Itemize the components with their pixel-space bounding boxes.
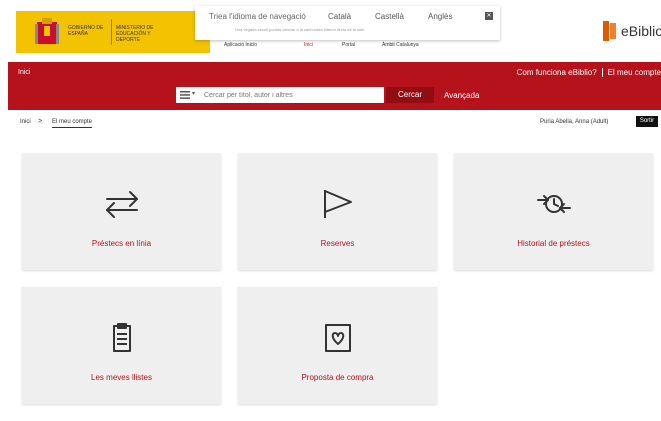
ebiblio-brand-text: eBiblio: [621, 23, 661, 39]
language-bar-note: Una vegada escull podràs canviar a la ca…: [235, 27, 365, 32]
my-account-link[interactable]: El meu compte: [608, 68, 661, 77]
tile-label: Proposta de compra: [301, 373, 374, 382]
breadcrumb-current: El meu compte: [52, 119, 93, 128]
ministry-label: MINISTERIO DE EDUCACIÓN Y DEPORTE: [116, 25, 154, 43]
tile-label: Reserves: [320, 239, 355, 248]
language-bar-label: Triea l'idioma de navegació: [209, 12, 306, 21]
clipboard-list-icon: [112, 323, 131, 352]
search-button[interactable]: Cercar: [386, 87, 434, 103]
language-option-spanish[interactable]: Castellà: [375, 12, 404, 21]
breadcrumb-separator: >: [38, 118, 43, 125]
logo-divider: [111, 19, 112, 45]
tile-label: Préstecs en línia: [91, 239, 152, 248]
coat-of-arms-icon: [35, 18, 59, 44]
ministry-link-2[interactable]: Inici: [304, 42, 313, 48]
nav-account-links: Com funciona eBiblio? El meu compte: [517, 68, 661, 78]
chevron-down-icon[interactable]: ▾: [192, 90, 195, 97]
tile-label: Historial de préstecs: [517, 239, 590, 248]
flag-icon: [323, 190, 352, 218]
logout-button[interactable]: Sortir: [636, 116, 658, 127]
tile-online-loans[interactable]: Préstecs en línia: [22, 153, 221, 270]
swap-arrows-icon: [105, 191, 138, 218]
nav-home-link[interactable]: Inici: [18, 69, 30, 76]
close-icon[interactable]: ✕: [485, 12, 493, 20]
language-selector-bar: Triea l'idioma de navegació Català Caste…: [195, 6, 500, 40]
government-label: GOBIERNO DE ESPAÑA: [68, 25, 104, 37]
ministry-link-3[interactable]: Portal: [342, 42, 355, 48]
tile-purchase-proposal[interactable]: Proposta de compra: [238, 287, 437, 404]
search-input[interactable]: [204, 88, 380, 102]
tile-label: Les meves llistes: [91, 373, 152, 382]
main-navigation: Inici Com funciona eBiblio? El meu compte…: [8, 62, 661, 110]
advanced-search-link[interactable]: Avançada: [444, 91, 479, 100]
menu-icon[interactable]: [180, 91, 190, 99]
history-clock-icon: [536, 195, 571, 213]
tile-loan-history[interactable]: Historial de préstecs: [454, 153, 653, 270]
book-icon: [603, 21, 616, 41]
government-logo[interactable]: GOBIERNO DE ESPAÑA MINISTERIO DE EDUCACI…: [16, 11, 210, 53]
top-header: GOBIERNO DE ESPAÑA MINISTERIO DE EDUCACI…: [0, 0, 661, 62]
help-link[interactable]: Com funciona eBiblio?: [517, 68, 597, 77]
ministry-link-4[interactable]: Àmbit Catalunya: [382, 42, 419, 48]
tile-reservations[interactable]: Reserves: [238, 153, 437, 270]
tile-my-lists[interactable]: Les meves llistes: [22, 287, 221, 404]
heart-box-icon: [324, 324, 351, 352]
breadcrumb-home[interactable]: Inici: [20, 119, 31, 125]
language-option-catalan[interactable]: Català: [328, 12, 351, 21]
ministry-link-1[interactable]: Aplicació Inicio: [224, 42, 257, 48]
search-box: ▾: [176, 87, 384, 103]
nav-separator: [601, 68, 603, 78]
language-option-english[interactable]: Anglès: [428, 12, 452, 21]
breadcrumb: Inici > El meu compte Puria Abella, Anna…: [0, 110, 661, 134]
user-name: Puria Abella, Anna (Adult): [540, 119, 609, 125]
